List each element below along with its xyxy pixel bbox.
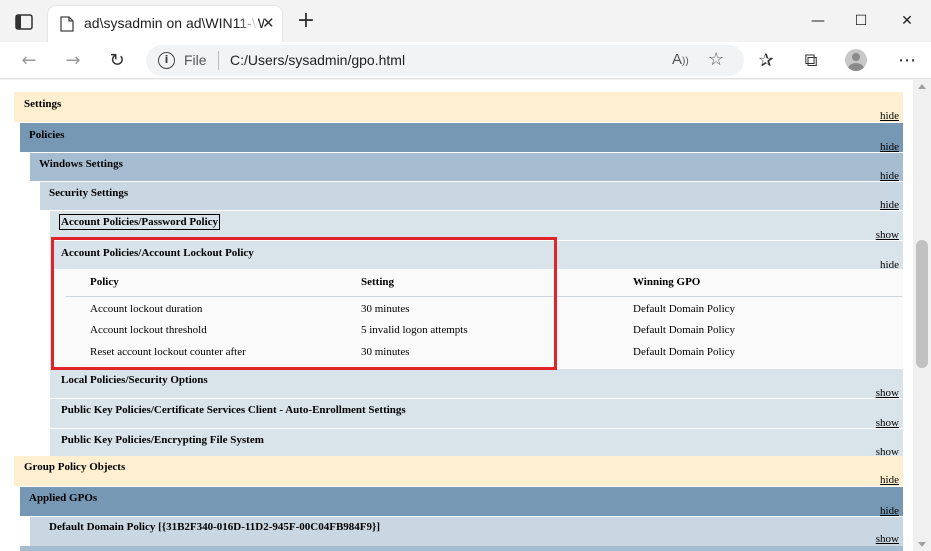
policy-name-cell: Account lockout duration (90, 303, 203, 315)
section-title: Account Policies/Account Lockout Policy (61, 247, 254, 259)
section-title: Policies (29, 129, 65, 141)
section-next (20, 546, 903, 551)
section-title: Public Key Policies/Encrypting File Syst… (61, 434, 264, 446)
title-bar: ad\sysadmin on ad\WIN11-WS0 ✕ + — ☐ ✕ (0, 0, 931, 42)
url-text[interactable]: C:/Users/sysadmin/gpo.html (230, 52, 405, 68)
column-header-winning-gpo: Winning GPO (633, 276, 701, 288)
setting-cell: 5 invalid logon attempts (361, 324, 468, 336)
policy-name-cell: Account lockout threshold (90, 324, 207, 336)
scroll-down-arrow-icon[interactable] (918, 542, 926, 547)
hide-link[interactable]: hide (880, 474, 899, 486)
section-title: Windows Settings (39, 158, 123, 170)
section-settings: Settings hide (14, 92, 903, 122)
section-title: Applied GPOs (29, 492, 98, 504)
address-bar[interactable]: i File C:/Users/sysadmin/gpo.html A)) ☆ (146, 45, 744, 76)
section-title: Public Key Policies/Certificate Services… (61, 404, 406, 416)
document-icon (60, 16, 74, 32)
section-pkp-autoenrollment: Public Key Policies/Certificate Services… (50, 398, 903, 429)
maximize-button[interactable]: ☐ (838, 8, 884, 34)
section-windows-settings: Windows Settings hide (30, 152, 903, 182)
forward-arrow-icon[interactable]: → (62, 50, 84, 72)
hide-link[interactable]: hide (880, 110, 899, 122)
tab-actions-icon[interactable] (14, 12, 34, 32)
info-icon[interactable]: i (158, 52, 175, 69)
section-pkp-efs: Public Key Policies/Encrypting File Syst… (50, 428, 903, 458)
setting-cell: 30 minutes (361, 303, 410, 315)
section-default-domain-policy: Default Domain Policy [{31B2F340-016D-11… (30, 516, 903, 546)
winning-gpo-cell: Default Domain Policy (633, 303, 736, 315)
address-separator (218, 51, 219, 70)
browser-tab[interactable]: ad\sysadmin on ad\WIN11-WS0 ✕ (48, 6, 282, 42)
header-divider (66, 296, 902, 297)
winning-gpo-cell: Default Domain Policy (633, 324, 736, 336)
column-header-setting: Setting (361, 276, 394, 288)
column-header-policy: Policy (90, 276, 119, 288)
vertical-scrollbar[interactable] (913, 80, 931, 551)
section-title: Local Policies/Security Options (61, 374, 208, 386)
back-arrow-icon[interactable]: ← (18, 50, 40, 72)
show-link[interactable]: show (876, 533, 899, 545)
add-favorite-icon[interactable]: ☆ (708, 49, 724, 70)
section-lockout-policy: Account Policies/Account Lockout Policy … (50, 240, 903, 271)
section-title: Settings (24, 98, 62, 110)
refresh-icon[interactable]: ↻ (106, 50, 128, 72)
favorites-icon[interactable]: ✰ (755, 50, 777, 72)
setting-cell: 30 minutes (361, 346, 410, 358)
tab-title: ad\sysadmin on ad\WIN11-WS0 (84, 15, 264, 31)
section-title: Group Policy Objects (24, 461, 126, 473)
tab-close-icon[interactable]: ✕ (262, 15, 275, 33)
section-group-policy-objects: Group Policy Objects hide (14, 456, 903, 486)
profile-avatar[interactable] (845, 49, 867, 71)
new-tab-button[interactable]: + (294, 10, 318, 34)
winning-gpo-cell: Default Domain Policy (633, 346, 736, 358)
more-menu-icon[interactable]: ⋯ (896, 50, 918, 72)
policy-name-cell: Reset account lockout counter after (90, 346, 246, 358)
browser-toolbar: ← → ↻ i File C:/Users/sysadmin/gpo.html … (0, 42, 931, 79)
close-window-button[interactable]: ✕ (884, 8, 930, 34)
section-security-settings: Security Settings hide (40, 181, 903, 211)
collections-icon[interactable]: ⧉ (800, 50, 822, 72)
tab-title-fade (238, 10, 258, 38)
gpo-report: Settings hide Policies hide Windows Sett… (0, 80, 913, 551)
url-scheme: File (184, 52, 207, 68)
section-password-policy: Account Policies/Password Policy show (50, 210, 903, 241)
section-policies: Policies hide (20, 122, 903, 153)
scroll-up-arrow-icon[interactable] (918, 84, 926, 89)
section-applied-gpos: Applied GPOs hide (20, 486, 903, 517)
read-aloud-icon[interactable]: A)) (672, 51, 689, 68)
section-title: Default Domain Policy [{31B2F340-016D-11… (49, 521, 380, 533)
minimize-button[interactable]: — (795, 8, 841, 34)
section-title[interactable]: Account Policies/Password Policy (58, 214, 221, 230)
scrollbar-thumb[interactable] (916, 240, 928, 368)
section-local-policies: Local Policies/Security Options show (50, 368, 903, 399)
section-title: Security Settings (49, 187, 129, 199)
